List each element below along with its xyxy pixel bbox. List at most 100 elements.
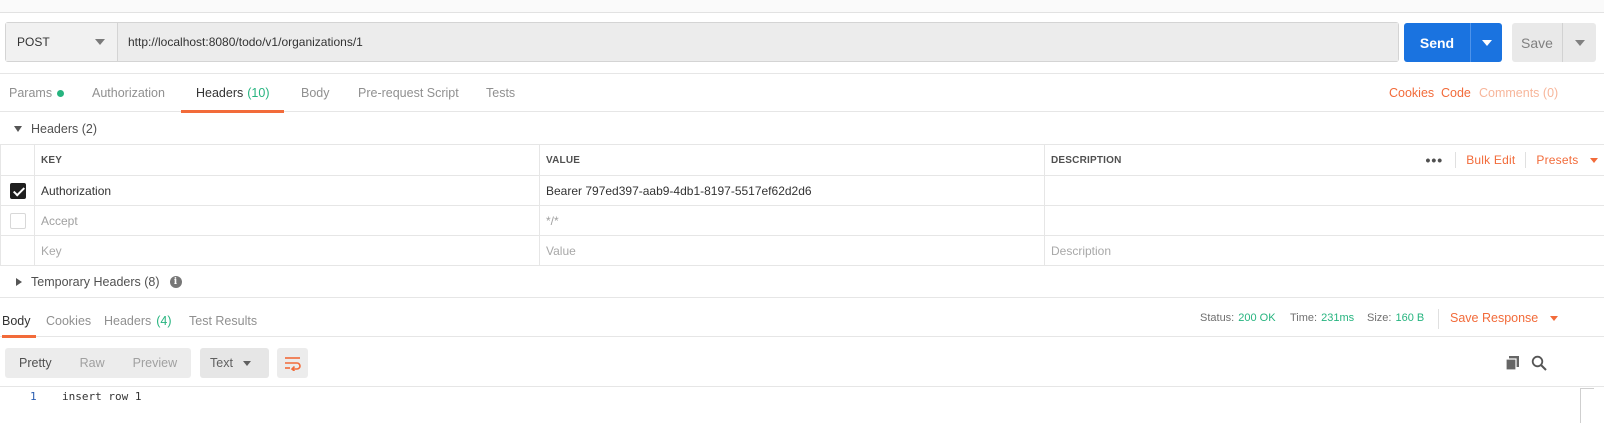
send-label: Send <box>1419 34 1455 51</box>
response-tab-body-label: Body <box>2 314 31 328</box>
more-options-icon[interactable]: ••• <box>1425 152 1457 168</box>
tab-authorization[interactable]: Authorization <box>92 74 165 112</box>
top-strip <box>0 0 1604 13</box>
caret-right-icon <box>16 278 22 286</box>
line-number: 1 <box>30 390 37 403</box>
actions-divider <box>1525 152 1527 168</box>
code-link[interactable]: Code <box>1441 74 1471 112</box>
column-key: KEY <box>34 144 540 176</box>
headers-section-toggle[interactable]: Headers (2) <box>14 114 97 144</box>
request-bar: POST http://localhost:8080/todo/v1/organ… <box>5 22 1399 62</box>
tab-tests-label: Tests <box>486 86 516 100</box>
response-tab-headers-label: Headers <box>104 314 152 328</box>
save-response-label: Save Response <box>1450 311 1539 325</box>
url-text: http://localhost:8080/todo/v1/organizati… <box>128 35 363 49</box>
response-size: Size: 160 B <box>1367 312 1424 324</box>
params-indicator-dot <box>57 89 65 97</box>
presets-label: Presets <box>1536 153 1579 167</box>
time-label: Time: <box>1290 312 1318 324</box>
send-options-button[interactable] <box>1471 23 1502 62</box>
header-key-cell[interactable]: Authorization <box>34 175 540 206</box>
save-label: Save <box>1521 34 1553 51</box>
bulk-edit-link[interactable]: Bulk Edit <box>1466 153 1515 167</box>
time-value: 231ms <box>1321 312 1355 324</box>
tab-tests[interactable]: Tests <box>486 74 515 112</box>
format-label: Text <box>210 356 233 370</box>
response-status: Status: 200 OK <box>1200 312 1276 324</box>
header-value-cell[interactable]: Bearer 797ed397-aab9-4db1-8197-5517ef62d… <box>539 175 1045 206</box>
column-value: VALUE <box>539 144 1045 176</box>
row-checkbox-cell <box>0 205 35 236</box>
table-actions-cell: ••• Bulk Edit Presets <box>1371 144 1604 176</box>
response-tabs: Body Cookies Headers (4) Test Results <box>0 305 1604 338</box>
header-description-cell[interactable] <box>1044 175 1604 206</box>
table-row: Authorization Bearer 797ed397-aab9-4db1-… <box>0 175 1604 206</box>
search-icon[interactable] <box>1531 355 1547 371</box>
presets-dropdown[interactable]: Presets <box>1536 153 1598 167</box>
response-body-editor[interactable]: 1 insert row 1 <box>0 386 1604 423</box>
temporary-headers-toggle[interactable]: Temporary Headers (8) i <box>16 267 182 297</box>
view-raw-button[interactable]: Raw <box>66 348 119 378</box>
response-time: Time: 231ms <box>1290 312 1354 324</box>
header-value-cell[interactable]: */* <box>539 205 1045 236</box>
response-tab-test-results-label: Test Results <box>189 314 258 328</box>
tab-params[interactable]: Params <box>9 74 65 112</box>
chevron-down-icon <box>95 39 105 45</box>
view-mode-group: Pretty Raw Preview <box>5 348 192 378</box>
table-row-new: Key Value Description <box>0 235 1604 266</box>
headers-table-header: KEY VALUE DESCRIPTION ••• Bulk Edit Pres… <box>0 144 1604 176</box>
view-pretty-button[interactable]: Pretty <box>5 348 66 378</box>
row-checkbox-cell <box>0 235 35 266</box>
header-key-cell[interactable]: Accept <box>34 205 540 236</box>
view-preview-button[interactable]: Preview <box>119 348 191 378</box>
status-value: 200 OK <box>1238 312 1276 324</box>
cookies-link[interactable]: Cookies <box>1389 74 1434 112</box>
save-response-dropdown[interactable]: Save Response <box>1450 311 1558 325</box>
comments-link[interactable]: Comments (0) <box>1479 74 1558 112</box>
tab-headers-count: (10) <box>247 86 270 100</box>
response-tab-body[interactable]: Body <box>2 305 36 338</box>
tab-headers[interactable]: Headers (10) <box>181 74 285 113</box>
save-options-button[interactable] <box>1563 23 1596 62</box>
row-checkbox-cell <box>0 175 35 206</box>
row-checkbox-accept[interactable] <box>9 212 26 229</box>
tab-prerequest-label: Pre-request Script <box>358 86 459 100</box>
tab-authorization-label: Authorization <box>92 86 165 100</box>
send-button[interactable]: Send <box>1404 23 1502 62</box>
response-tab-test-results[interactable]: Test Results <box>189 305 257 337</box>
url-input[interactable]: http://localhost:8080/todo/v1/organizati… <box>118 23 1398 61</box>
chevron-down-icon <box>1590 158 1598 164</box>
method-select[interactable]: POST <box>6 23 118 61</box>
tab-body[interactable]: Body <box>301 74 330 112</box>
response-tab-cookies-label: Cookies <box>46 314 92 328</box>
size-value: 160 B <box>1395 312 1425 324</box>
tab-prerequest-script[interactable]: Pre-request Script <box>358 74 459 112</box>
wrap-lines-button[interactable] <box>277 348 308 378</box>
editor-scrollbar[interactable] <box>1580 388 1594 423</box>
request-tabs: Params Authorization Headers (10) Body P… <box>0 73 1604 113</box>
response-tab-headers[interactable]: Headers (4) <box>104 305 172 337</box>
column-description: DESCRIPTION <box>1044 144 1372 176</box>
info-icon[interactable]: i <box>169 276 182 288</box>
chevron-down-icon <box>1481 39 1492 46</box>
response-tab-cookies[interactable]: Cookies <box>46 305 91 337</box>
headers-section-title: Headers (2) <box>31 122 97 136</box>
response-tab-headers-count: (4) <box>156 314 172 328</box>
caret-down-icon <box>14 126 22 132</box>
header-checkbox-cell <box>0 144 35 176</box>
header-description-cell[interactable] <box>1044 205 1604 236</box>
format-select[interactable]: Text <box>200 348 269 378</box>
response-body-text: insert row 1 <box>62 390 142 403</box>
chevron-down-icon <box>242 360 251 366</box>
copy-icon[interactable] <box>1505 355 1521 371</box>
status-divider <box>1438 309 1439 329</box>
method-label: POST <box>17 35 50 49</box>
new-description-input[interactable]: Description <box>1044 235 1604 266</box>
tab-params-label: Params <box>9 86 53 100</box>
response-divider <box>0 297 1604 298</box>
new-value-input[interactable]: Value <box>539 235 1045 266</box>
wrap-lines-icon <box>284 357 301 371</box>
save-button[interactable]: Save <box>1512 23 1596 62</box>
new-key-input[interactable]: Key <box>34 235 540 266</box>
row-checkbox-authorization[interactable] <box>9 182 26 199</box>
